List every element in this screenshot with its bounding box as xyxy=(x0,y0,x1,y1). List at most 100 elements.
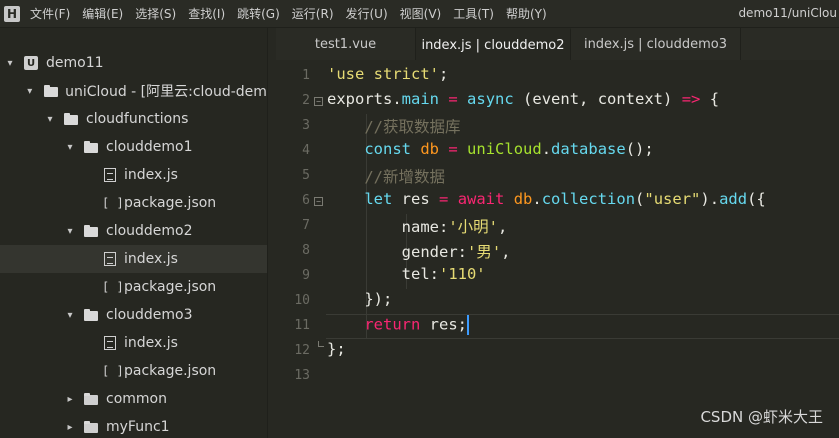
tree-item-clouddemo3[interactable]: ▾ clouddemo3 xyxy=(0,301,267,329)
code-token: add xyxy=(719,190,748,208)
tree-item-clouddemo3-package[interactable]: [ ] package.json xyxy=(0,357,267,385)
code-token: = xyxy=(439,190,449,208)
folder-icon xyxy=(64,113,78,125)
code-token: db xyxy=(420,140,440,158)
line-number: 5 xyxy=(302,168,310,183)
tree-item-label: package.json xyxy=(124,195,217,211)
line-number: 6 xyxy=(302,193,310,208)
tab-index-clouddemo2[interactable]: index.js | clouddemo2 xyxy=(416,28,571,60)
chevron-right-icon[interactable]: ▸ xyxy=(64,393,76,405)
code-token: (event, context) xyxy=(513,90,682,108)
tree-item-common[interactable]: ▸ common xyxy=(0,385,267,413)
editor-tab-bar: test1.vue index.js | clouddemo2 index.js… xyxy=(276,28,839,60)
tree-item-cloudfunctions[interactable]: ▾ cloudfunctions xyxy=(0,105,267,133)
code-token: = xyxy=(448,90,458,108)
menu-publish[interactable]: 发行(U) xyxy=(346,5,388,22)
menu-find[interactable]: 查找(I) xyxy=(188,5,225,22)
code-editor[interactable]: 1'use strict'; 2− exports.main = async (ev… xyxy=(276,60,839,438)
code-line: gender:'男', xyxy=(327,240,511,262)
tab-label: index.js | clouddemo2 xyxy=(421,37,565,53)
tree-item-label: common xyxy=(106,391,167,407)
code-token: ({ xyxy=(747,190,766,208)
chevron-down-icon[interactable]: ▾ xyxy=(24,85,36,97)
js-file-icon xyxy=(104,252,116,266)
chevron-right-icon[interactable]: ▸ xyxy=(64,421,76,433)
code-line: exports.main = async (event, context) =>… xyxy=(327,90,719,108)
tree-item-label: myFunc1 xyxy=(106,419,170,435)
menu-tools[interactable]: 工具(T) xyxy=(453,5,494,22)
menu-help[interactable]: 帮助(Y) xyxy=(506,5,547,22)
js-file-icon xyxy=(104,168,116,182)
code-token: ; xyxy=(438,65,449,83)
tree-item-label: cloudfunctions xyxy=(86,111,189,127)
code-token: . xyxy=(392,90,402,108)
code-line: const db = uniCloud.database(); xyxy=(327,140,653,158)
tree-item-myfunc1[interactable]: ▸ myFunc1 xyxy=(0,413,267,438)
menu-edit[interactable]: 编辑(E) xyxy=(82,5,123,22)
code-token: database xyxy=(551,140,626,158)
chevron-down-icon[interactable]: ▾ xyxy=(4,57,16,69)
tree-item-label: demo11 xyxy=(46,55,104,71)
menu-goto[interactable]: 跳转(G) xyxy=(237,5,280,22)
chevron-down-icon[interactable]: ▾ xyxy=(64,141,76,153)
line-number: 8 xyxy=(302,243,310,258)
tree-item-label: uniCloud - [阿里云:cloud-demo xyxy=(65,84,268,100)
code-line: 'use strict'; xyxy=(327,65,448,83)
code-token: , xyxy=(501,243,511,261)
tree-item-demo11[interactable]: ▾ U demo11 xyxy=(0,49,267,77)
tree-item-clouddemo1[interactable]: ▾ clouddemo1 xyxy=(0,133,267,161)
folder-icon xyxy=(43,85,58,97)
code-token: async xyxy=(467,90,514,108)
chevron-down-icon[interactable]: ▾ xyxy=(64,225,76,237)
tree-item-clouddemo1-index[interactable]: index.js xyxy=(0,161,267,189)
tree-item-label: clouddemo1 xyxy=(106,139,193,155)
tree-item-clouddemo2-index[interactable]: index.js xyxy=(0,245,267,273)
folder-icon xyxy=(84,421,98,433)
chevron-down-icon[interactable]: ▾ xyxy=(64,309,76,321)
tree-item-clouddemo2-package[interactable]: [ ] package.json xyxy=(0,273,267,301)
line-number: 11 xyxy=(294,318,310,333)
project-icon: U xyxy=(24,56,38,70)
tab-test1-vue[interactable]: test1.vue xyxy=(276,28,416,60)
code-token: }; xyxy=(327,340,346,358)
tree-item-clouddemo1-package[interactable]: [ ] package.json xyxy=(0,189,267,217)
tree-item-unicloud[interactable]: ▾ uniCloud - [阿里云:cloud-demo xyxy=(0,77,268,105)
code-line: //新增数据 xyxy=(327,165,445,187)
code-token: //新增数据 xyxy=(364,168,445,186)
chevron-down-icon[interactable]: ▾ xyxy=(44,113,56,125)
fold-toggle-icon[interactable]: − xyxy=(314,97,323,106)
code-token: res xyxy=(392,190,439,208)
line-number: 13 xyxy=(294,368,310,383)
tree-item-label: clouddemo2 xyxy=(106,223,193,239)
tree-item-clouddemo3-index[interactable]: index.js xyxy=(0,329,267,357)
code-token: name: xyxy=(327,218,449,236)
menu-file[interactable]: 文件(F) xyxy=(30,5,70,22)
tree-item-label: clouddemo3 xyxy=(106,307,193,323)
code-token: '110' xyxy=(438,265,486,283)
code-token: return xyxy=(364,315,421,334)
code-token: db xyxy=(513,190,533,208)
code-token: '小明' xyxy=(448,218,498,236)
code-line: let res = await db.collection("user").ad… xyxy=(327,190,766,208)
code-token: ( xyxy=(635,190,645,208)
fold-toggle-icon[interactable] xyxy=(318,341,324,347)
tree-item-clouddemo2[interactable]: ▾ clouddemo2 xyxy=(0,217,267,245)
menu-view[interactable]: 视图(V) xyxy=(400,5,442,22)
csdn-watermark: CSDN @虾米大王 xyxy=(700,408,823,426)
menu-select[interactable]: 选择(S) xyxy=(135,5,176,22)
menu-run[interactable]: 运行(R) xyxy=(292,5,334,22)
tree-item-label: package.json xyxy=(124,279,217,295)
tab-index-clouddemo3[interactable]: index.js | clouddemo3 xyxy=(571,28,741,60)
fold-toggle-icon[interactable]: − xyxy=(314,197,323,206)
json-file-icon: [ ] xyxy=(102,280,124,294)
code-line: tel:'110' xyxy=(327,265,486,283)
hbuilder-logo-icon: H xyxy=(4,5,20,22)
code-token: => xyxy=(681,90,701,108)
